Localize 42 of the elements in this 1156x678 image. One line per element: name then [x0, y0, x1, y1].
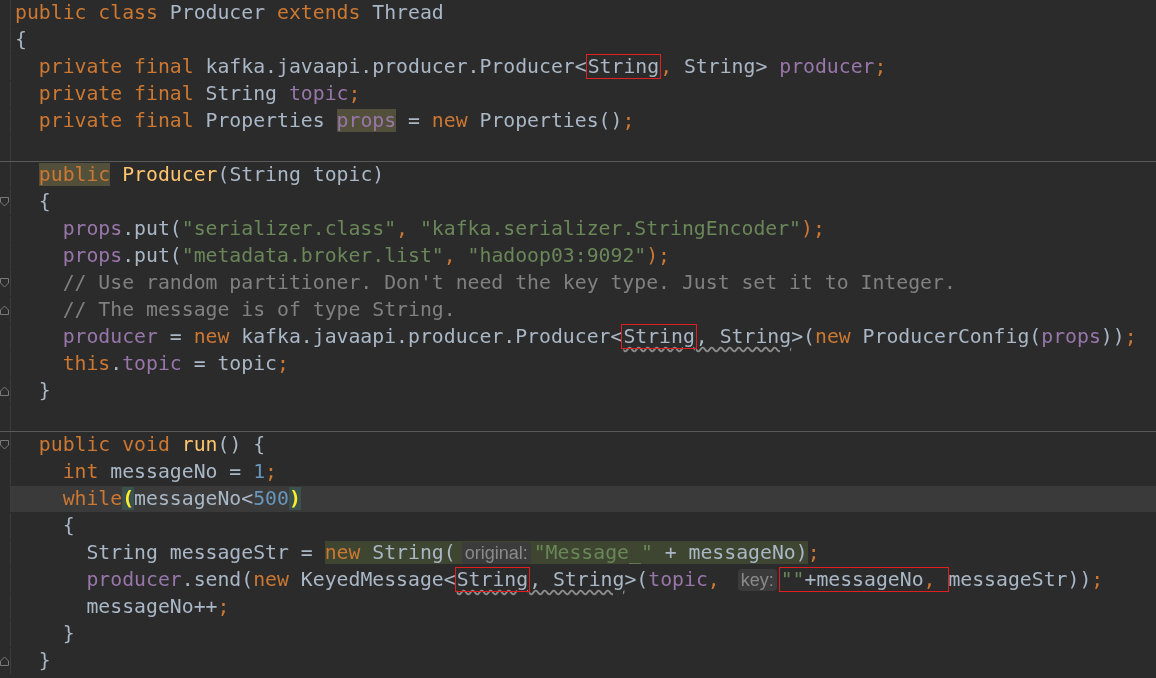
annotation-box: String: [622, 325, 696, 348]
fold-marker-icon[interactable]: [0, 656, 9, 666]
code-text: String messageStr =: [86, 541, 314, 564]
code-line: }: [38, 379, 51, 402]
code-text: ;: [807, 541, 820, 564]
fold-marker-icon[interactable]: [0, 440, 9, 450]
code-text: , String> producer;: [660, 55, 887, 78]
fold-marker-icon[interactable]: [0, 197, 9, 207]
code-line: {: [62, 514, 75, 537]
code-line: public void run() {: [38, 433, 266, 456]
annotation-box: String: [455, 568, 530, 591]
fold-marker-icon[interactable]: [0, 278, 9, 288]
annotation-box: ""+messageNo,: [779, 568, 949, 591]
fold-marker-icon[interactable]: [0, 386, 9, 396]
code-text: , String>(topic,: [529, 568, 721, 591]
code-text: producer = new kafka.javaapi.producer.Producer<: [62, 325, 623, 348]
code-line: this.topic = topic;: [62, 352, 289, 375]
code-line: private final Properties props = new Properties();: [38, 109, 635, 132]
code-text: producer.send(new KeyedMessage<: [86, 568, 456, 591]
code-line: public Producer(String topic): [38, 163, 385, 186]
code-line: public class Producer extends Thread: [15, 1, 444, 24]
code-line: // Use random partitioner. Don't need the key type. Just set it to Integer.: [62, 271, 956, 294]
code-line: private final String topic;: [38, 82, 361, 105]
code-text: private final kafka.javaapi.producer.Producer<: [38, 55, 587, 78]
code-line: int messageNo = 1;: [62, 460, 278, 483]
code-text: new String(: [324, 541, 456, 564]
code-line: {: [15, 28, 27, 51]
code-text: messageStr));: [948, 568, 1104, 591]
code-line: messageNo++;: [86, 595, 230, 618]
parameter-hint: key:: [737, 569, 777, 591]
code-line: }: [62, 622, 75, 645]
code-line: // The message is of type String.: [62, 298, 456, 321]
fold-marker-icon[interactable]: [0, 305, 9, 315]
code-line: while(messageNo<500): [62, 487, 301, 510]
code-line: props.put("serializer.class", "kafka.serializer.StringEncoder");: [62, 217, 825, 240]
code-text: , String>(new ProducerConfig(props));: [695, 325, 1137, 348]
code-line: }: [38, 649, 51, 672]
parameter-hint: original:: [461, 542, 531, 564]
code-text: "Message_" + messageNo): [533, 541, 808, 564]
code-line: {: [38, 190, 51, 213]
code-line: props.put("metadata.broker.list", "hadoop03:9092");: [62, 244, 671, 267]
annotation-box: String: [586, 55, 661, 78]
